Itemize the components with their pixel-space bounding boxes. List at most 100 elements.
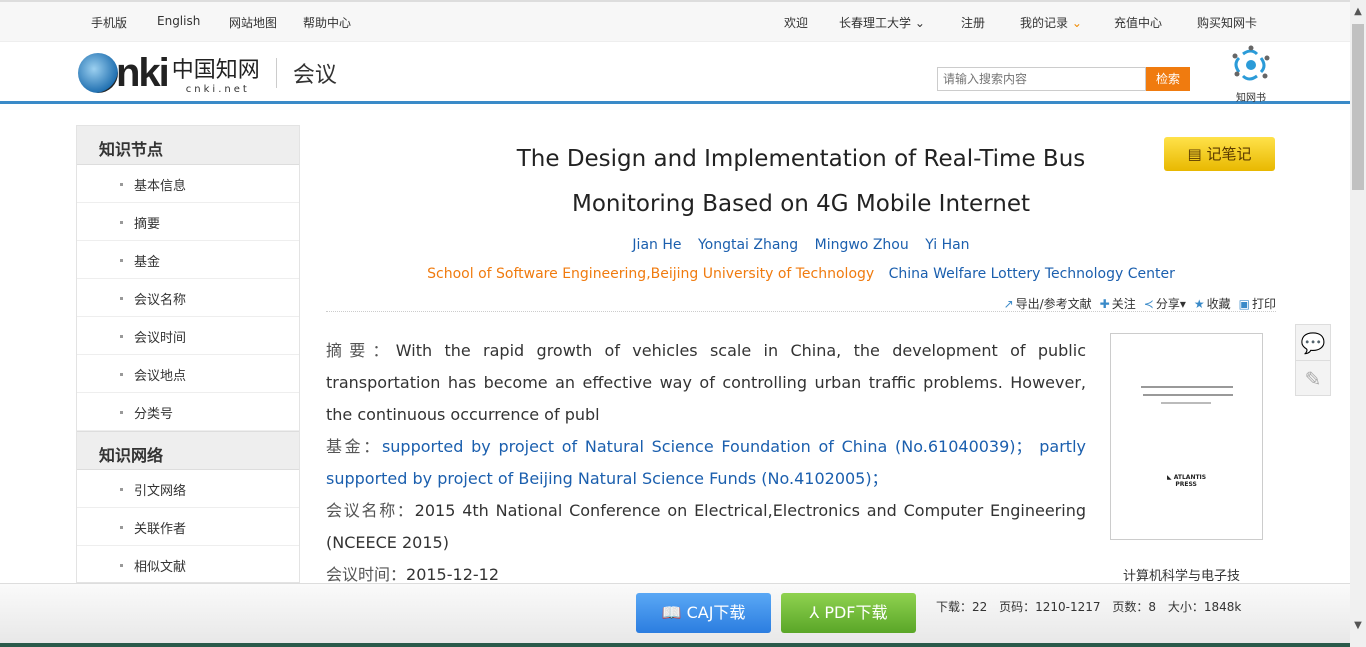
article-details: 摘要：With the rapid growth of vehicles sca… [326,335,1086,591]
conference-name: 会议名称：2015 4th National Conference on Ele… [326,495,1086,559]
category-text: 计算机科学与电子技 [1123,569,1241,584]
cover-thumbnail[interactable]: ◣ ATLANTIS PRESS [1110,333,1263,540]
logo-en: cnki.net [185,83,250,95]
author-link[interactable]: Mingwo Zhou [815,237,909,253]
fund-link[interactable]: supported by project of Natural Science … [326,437,1086,488]
section-title: 会议 [292,63,337,88]
export-label: 导出/参考文献 [1015,297,1092,311]
follow-button[interactable]: ✚ 关注 [1100,295,1136,312]
org-link[interactable]: China Welfare Lottery Technology Center [889,266,1175,282]
sidebar-heading: 知识网络 [77,431,299,470]
cnki-logo[interactable]: nki 中国知网 cnki.net 会议 [78,50,337,96]
print-label: 打印 [1251,297,1276,311]
zhiwangshu-label: 知网书 [1236,93,1266,104]
buy-card-link[interactable]: 购买知网卡 [1197,14,1257,31]
author-link[interactable]: Yi Han [925,237,969,253]
download-stats: 下载：22 页码：1210-1217 页数：8 大小：1848k [936,598,1249,615]
favorite-label: 收藏 [1206,297,1231,311]
header: nki 中国知网 cnki.net 会议 检索 知网书 [0,42,1350,104]
pdf-label: PDF下载 [824,603,888,622]
sidebar-item-fund[interactable]: 基金 [77,241,299,279]
help-icon[interactable]: 💬 [1296,325,1330,361]
share-icon: ≺ [1143,297,1154,311]
print-button[interactable]: ▣ 打印 [1239,295,1276,312]
sidebar-heading: 知识节点 [77,126,299,165]
sidebar-item-citation-network[interactable]: 引文网络 [77,470,299,508]
institution-label: 长春理工大学 [839,16,912,30]
time-label: 会议时间： [326,565,407,584]
favorite-button[interactable]: ★ 收藏 [1194,295,1231,312]
scrollbar-thumb[interactable] [1352,24,1364,190]
sidebar-item-basic-info[interactable]: 基本信息 [77,165,299,203]
mobile-link[interactable]: 手机版 [91,14,127,31]
english-link[interactable]: English [157,14,200,28]
divider [326,311,1276,312]
chevron-down-icon: ⌄ [914,16,925,30]
scrollbar[interactable]: ▲ ▼ [1350,0,1366,647]
fund: 基金：supported by project of Natural Scien… [326,431,1086,495]
thumb-line [1161,402,1211,404]
thumb-line [1141,386,1233,388]
page-count: 页数：8 [1112,600,1156,614]
logo-nki: nki [116,50,170,95]
zhiwangshu-logo[interactable]: 知网书 [1226,44,1276,104]
take-note-button[interactable]: ▤ 记笔记 [1164,137,1275,171]
sidebar-item-abstract[interactable]: 摘要 [77,203,299,241]
book-icon: 📖 [661,603,687,622]
conf-text: 2015 4th National Conference on Electric… [326,501,1086,552]
sidebar-item-related-authors[interactable]: 关联作者 [77,508,299,546]
file-size: 大小：1848k [1167,600,1242,614]
my-records-dropdown[interactable]: 我的记录 ⌄ [1020,14,1082,31]
abstract-text: With the rapid growth of vehicles scale … [326,341,1086,424]
search-input[interactable] [937,67,1146,91]
share-button[interactable]: ≺ 分享▾ [1144,295,1186,312]
logo-cn: 中国知网 [171,57,260,83]
logo-text: 中国知网 cnki.net [172,52,260,95]
author-list: Jian He Yongtai Zhang Mingwo Zhou Yi Han [326,237,1276,253]
sidebar-item-conference-place[interactable]: 会议地点 [77,355,299,393]
share-label: 分享 [1155,297,1180,311]
pdf-download-button[interactable]: ⅄ PDF下载 [781,593,916,633]
abstract: 摘要：With the rapid growth of vehicles sca… [326,335,1086,431]
records-label: 我的记录 [1020,16,1069,30]
title-line: Monitoring Based on 4G Mobile Internet [571,191,1031,217]
search-button[interactable]: 检索 [1146,67,1190,91]
page-range: 页码：1210-1217 [999,600,1101,614]
org-link[interactable]: School of Software Engineering,Beijing U… [427,266,874,282]
star-icon: ★ [1193,297,1205,311]
scroll-down-icon[interactable]: ▼ [1352,620,1364,631]
export-button[interactable]: ↗ 导出/参考文献 [1004,295,1092,312]
welcome-text: 欢迎 [784,16,809,30]
caj-label: CAJ下载 [686,603,746,622]
export-icon: ↗ [1003,297,1014,311]
plus-icon: ✚ [1099,297,1110,311]
sidebar: 知识节点 基本信息 摘要 基金 会议名称 会议时间 会议地点 分类号 知识网络 … [76,125,300,583]
top-nav-bar: 手机版 English 网站地图 帮助中心 欢迎 长春理工大学 ⌄ 注册 我的记… [0,0,1350,42]
publisher-logo: ◣ ATLANTIS PRESS [1167,474,1207,488]
conf-label: 会议名称： [326,501,415,520]
note-label: 记笔记 [1206,145,1252,163]
globe-icon [78,53,118,93]
article-main: The Design and Implementation of Real-Ti… [326,125,1276,584]
sidebar-item-conference-name[interactable]: 会议名称 [77,279,299,317]
title-line: The Design and Implementation of Real-Ti… [516,146,1086,172]
caj-download-button[interactable]: 📖 CAJ下载 [636,593,771,633]
sidebar-item-classification[interactable]: 分类号 [77,393,299,431]
author-link[interactable]: Yongtai Zhang [698,237,798,253]
pencil-icon[interactable]: ✎ [1296,361,1330,397]
recharge-link[interactable]: 充值中心 [1114,14,1162,31]
sidebar-item-similar-docs[interactable]: 相似文献 [77,546,299,582]
pdf-icon: ⅄ [809,603,825,622]
download-count: 下载：22 [936,600,988,614]
article-toolbar: ↗ 导出/参考文献 ✚ 关注 ≺ 分享▾ ★ 收藏 ▣ 打印 [1004,295,1276,312]
scroll-up-icon[interactable]: ▲ [1352,6,1364,17]
author-link[interactable]: Jian He [632,237,681,253]
sitemap-link[interactable]: 网站地图 [229,14,277,31]
notebook-icon: ▤ [1187,145,1207,163]
register-link[interactable]: 注册 [961,14,985,31]
help-link[interactable]: 帮助中心 [303,14,351,31]
taskbar-strip [0,643,1350,647]
institution-dropdown[interactable]: 长春理工大学 ⌄ [839,14,925,31]
abstract-label: 摘要： [326,341,396,360]
sidebar-item-conference-time[interactable]: 会议时间 [77,317,299,355]
